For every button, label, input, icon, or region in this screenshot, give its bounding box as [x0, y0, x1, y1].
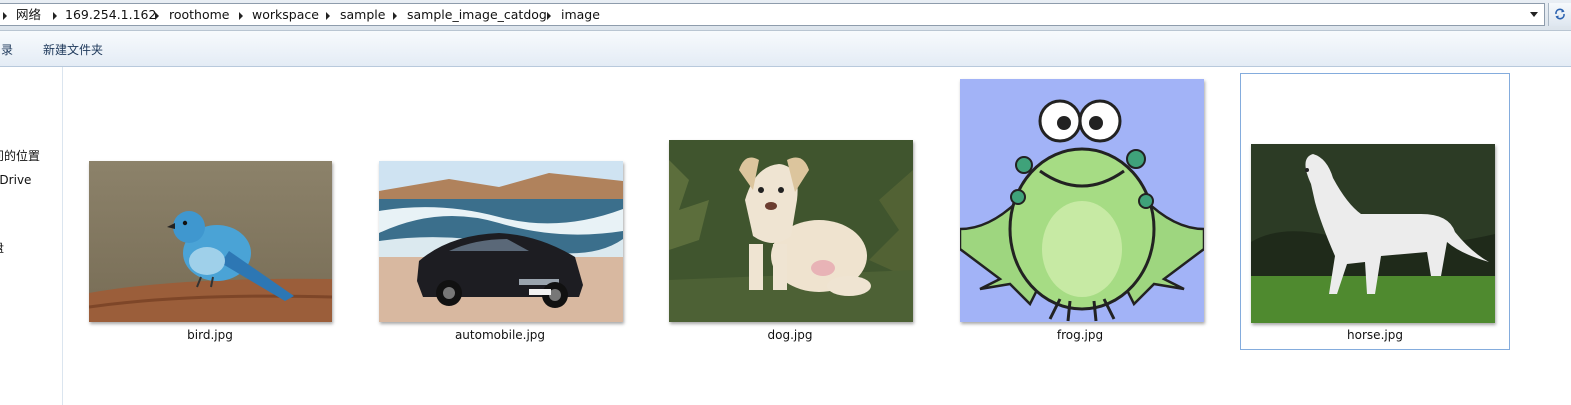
- breadcrumb-separator-icon[interactable]: [547, 12, 551, 20]
- toolbar-item-partial[interactable]: 目录: [0, 42, 13, 58]
- file-view: bird.jpg automobile.jpg dog.jpg frog.jpg…: [63, 67, 1571, 405]
- breadcrumb-item-roothome[interactable]: roothome: [169, 7, 230, 23]
- navigation-pane: 最近访问的位置 OneDrive 盘: [0, 67, 63, 405]
- breadcrumb-separator-icon[interactable]: [53, 12, 57, 20]
- command-bar: 目录 新建文件夹: [0, 31, 1571, 67]
- file-name-label: horse.jpg: [1347, 328, 1403, 342]
- breadcrumb-item-network[interactable]: 网络: [16, 7, 41, 23]
- bird-image-thumbnail: [89, 161, 332, 322]
- file-name-label: bird.jpg: [187, 328, 233, 342]
- breadcrumb-item-sample[interactable]: sample: [340, 7, 385, 23]
- nav-item-drive[interactable]: 盘: [0, 240, 4, 256]
- breadcrumb-item-workspace[interactable]: workspace: [252, 7, 319, 23]
- refresh-button[interactable]: [1548, 3, 1571, 26]
- file-name-label: frog.jpg: [1056, 328, 1104, 342]
- car-image-thumbnail: [379, 161, 623, 322]
- file-item-automobile[interactable]: automobile.jpg: [374, 155, 624, 351]
- file-item-bird[interactable]: bird.jpg: [84, 155, 334, 351]
- breadcrumb-separator-icon[interactable]: [3, 12, 7, 20]
- file-name-label: automobile.jpg: [454, 328, 546, 342]
- breadcrumb-item-image[interactable]: image: [561, 7, 600, 23]
- breadcrumb-separator-icon[interactable]: [326, 12, 330, 20]
- file-item-dog[interactable]: dog.jpg: [664, 134, 914, 351]
- breadcrumb-separator-icon[interactable]: [393, 12, 397, 20]
- frog-image-thumbnail: [960, 79, 1204, 322]
- address-bar: 网络 169.254.1.162 roothome workspace samp…: [0, 0, 1571, 31]
- breadcrumb[interactable]: 网络 169.254.1.162 roothome workspace samp…: [0, 3, 1545, 26]
- new-folder-button[interactable]: 新建文件夹: [43, 42, 103, 58]
- horse-image-thumbnail: [1251, 144, 1495, 323]
- refresh-icon: [1555, 8, 1565, 20]
- nav-item-recent-places[interactable]: 最近访问的位置: [0, 148, 40, 164]
- address-history-dropdown-icon[interactable]: [1530, 12, 1538, 17]
- explorer-window: 网络 169.254.1.162 roothome workspace samp…: [0, 0, 1571, 405]
- file-item-frog[interactable]: frog.jpg: [954, 73, 1204, 351]
- file-item-horse[interactable]: horse.jpg: [1240, 73, 1510, 350]
- breadcrumb-item-sample-image-catdog[interactable]: sample_image_catdog: [407, 7, 547, 23]
- breadcrumb-separator-icon[interactable]: [239, 12, 243, 20]
- nav-item-onedrive[interactable]: OneDrive: [0, 172, 31, 188]
- breadcrumb-item-host[interactable]: 169.254.1.162: [65, 7, 156, 23]
- dog-image-thumbnail: [669, 140, 913, 322]
- file-name-label: dog.jpg: [767, 328, 813, 342]
- breadcrumb-separator-icon[interactable]: [155, 12, 159, 20]
